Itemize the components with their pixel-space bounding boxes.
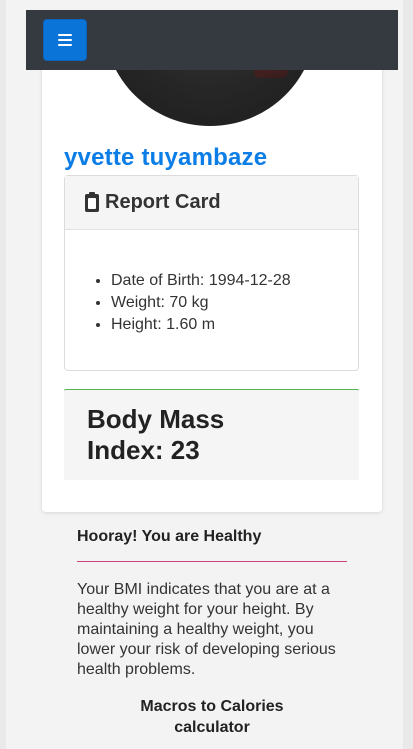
bmi-value: Body Mass Index: 23 [87,404,224,466]
menu-toggle-button[interactable] [43,19,87,61]
report-card-header: Report Card [65,176,358,230]
result-section: Hooray! You are Healthy Your BMI indicat… [77,528,349,738]
page: yvette tuyambaze Report Card Date of Bir… [0,0,413,749]
clipboard-icon [85,191,99,212]
bmi-result-box: Body Mass Index: 23 [64,389,359,480]
macros-title-line2: calculator [174,719,250,736]
result-heading: Hooray! You are Healthy [77,528,262,545]
profile-card: yvette tuyambaze Report Card Date of Bir… [42,20,382,512]
macros-title-line1: Macros to Calories [140,698,284,715]
divider [77,561,347,562]
bmi-label-line1: Body Mass [87,404,225,434]
report-card: Report Card Date of Birth: 1994-12-28 We… [64,175,359,371]
detail-weight: Weight: 70 kg [111,292,358,314]
left-gutter [0,0,6,749]
detail-date-of-birth: Date of Birth: 1994-12-28 [111,270,358,292]
report-card-title: Report Card [105,191,221,213]
profile-name: yvette tuyambaze [64,144,268,171]
macros-calculator-title: Macros to Calories calculator [77,696,347,738]
detail-height: Height: 1.60 m [111,314,358,336]
report-details-list: Date of Birth: 1994-12-28 Weight: 70 kg … [111,270,358,336]
hamburger-icon [58,34,72,46]
right-gutter [403,0,413,749]
top-navbar [26,10,398,70]
bmi-label-line2: Index: 23 [87,435,200,465]
report-card-body: Date of Birth: 1994-12-28 Weight: 70 kg … [65,230,358,336]
result-description: Your BMI indicates that you are at a hea… [77,581,336,678]
